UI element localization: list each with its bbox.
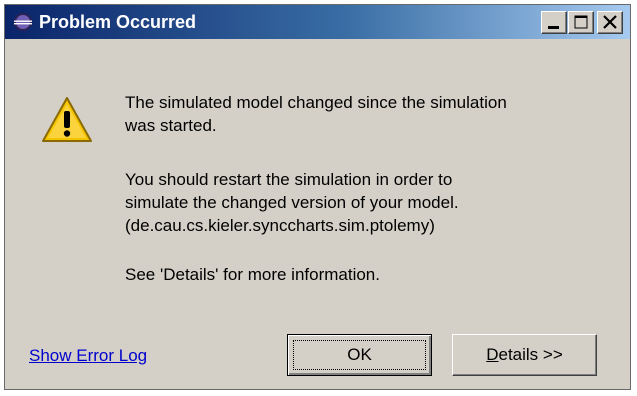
message-line: See 'Details' for more information. xyxy=(125,265,380,284)
message-line: The simulated model changed since the si… xyxy=(125,93,507,112)
dialog-title: Problem Occurred xyxy=(39,12,197,32)
details-mnemonic: D xyxy=(486,345,499,364)
details-button-label: Details >> xyxy=(486,345,563,365)
warning-icon xyxy=(42,97,92,142)
show-error-log-link[interactable]: Show Error Log xyxy=(29,346,147,366)
minimize-icon xyxy=(548,26,559,29)
message-paragraph-2: You should restart the simulation in ord… xyxy=(125,168,620,237)
message-line: (de.cau.cs.kieler.synccharts.sim.ptolemy… xyxy=(125,216,435,235)
message-line: was started. xyxy=(125,116,217,135)
close-button[interactable] xyxy=(597,11,623,34)
message-line: You should restart the simulation in ord… xyxy=(125,170,453,189)
details-label-rest: etails >> xyxy=(498,345,563,364)
focus-rectangle xyxy=(293,340,426,370)
message-line: simulate the changed version of your mod… xyxy=(125,193,459,212)
problem-dialog: Problem Occurred The simulated model cha… xyxy=(4,4,631,390)
title-bar[interactable]: Problem Occurred xyxy=(5,5,630,39)
minimize-button[interactable] xyxy=(541,11,567,34)
message-paragraph-3: See 'Details' for more information. xyxy=(125,263,620,286)
ok-button[interactable]: OK xyxy=(287,334,432,376)
close-icon xyxy=(603,15,617,29)
details-button[interactable]: Details >> xyxy=(452,334,597,376)
eclipse-icon xyxy=(14,13,32,31)
message-paragraph-1: The simulated model changed since the si… xyxy=(125,91,620,137)
maximize-icon xyxy=(574,15,588,29)
maximize-button[interactable] xyxy=(568,11,594,34)
